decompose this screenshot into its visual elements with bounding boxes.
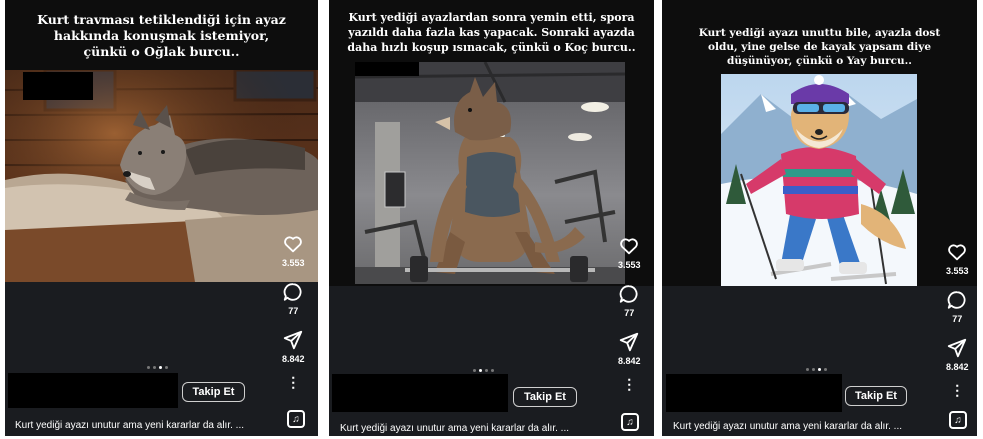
- carousel-dot: [806, 368, 809, 371]
- post-description[interactable]: Kurt yediği ayazı unutur ama yeni kararl…: [15, 420, 244, 431]
- more-vertical-icon[interactable]: ⋮: [950, 383, 964, 397]
- wolf-ski-image: [721, 74, 917, 286]
- action-column: 3.553 77 8.842 ⋮: [618, 235, 641, 391]
- carousel-dot: [824, 368, 827, 371]
- follow-button[interactable]: Takip Et: [845, 386, 907, 406]
- share-button[interactable]: 8.842: [282, 329, 305, 364]
- caption-line: hakkında konuşmak istemiyor,: [53, 28, 270, 43]
- post-caption: Kurt yediği ayazı unuttu bile, ayazla do…: [662, 26, 977, 68]
- comment-button[interactable]: 77: [282, 281, 304, 316]
- reel-panel-3: Kurt yediği ayazı unuttu bile, ayazla do…: [662, 0, 977, 436]
- more-vertical-icon[interactable]: ⋮: [622, 377, 636, 391]
- action-column: 3.553 77 8.842 ⋮: [282, 233, 305, 389]
- caption-line: düşünüyor, çünkü o Yay burcu..: [727, 55, 912, 67]
- post-caption: Kurt travması tetiklendiği için ayaz hak…: [5, 12, 318, 60]
- post-description[interactable]: Kurt yediği ayazı unutur ama yeni kararl…: [340, 423, 569, 434]
- comment-icon: [619, 285, 638, 303]
- comment-icon: [283, 283, 302, 301]
- like-count: 3.553: [618, 260, 641, 270]
- wolf-bed-image: [5, 70, 318, 282]
- carousel-dot-active: [479, 369, 482, 372]
- more-vertical-icon[interactable]: ⋮: [286, 375, 300, 389]
- bottom-area: [329, 286, 654, 436]
- like-count: 3.553: [282, 258, 305, 268]
- caption-line: oldu, yine gelse de kayak yapsam diye: [707, 41, 932, 53]
- carousel-dots: [147, 366, 168, 369]
- follow-button[interactable]: Takip Et: [182, 382, 245, 402]
- action-column: 3.553 77 8.842 ⋮: [946, 241, 969, 397]
- post-description[interactable]: Kurt yediği ayazı unutur ama yeni kararl…: [673, 421, 902, 432]
- wolf-gym-image: [355, 62, 625, 284]
- redacted-username: [332, 374, 508, 412]
- like-count: 3.553: [946, 266, 969, 276]
- redacted-username: [8, 373, 178, 408]
- carousel-dot-active: [159, 366, 162, 369]
- redacted-overlay: [355, 62, 419, 76]
- carousel-dot: [812, 368, 815, 371]
- redacted-username: [666, 374, 842, 412]
- like-button[interactable]: 3.553: [282, 233, 305, 268]
- share-count: 8.842: [946, 362, 969, 372]
- send-icon: [948, 338, 967, 358]
- caption-line: Kurt travması tetiklendiği için ayaz: [37, 12, 286, 27]
- carousel-dots: [473, 369, 494, 372]
- like-button[interactable]: 3.553: [618, 235, 641, 270]
- reel-panel-2: Kurt yediği ayazlardan sonra yemin etti,…: [329, 0, 654, 436]
- carousel-dot: [485, 369, 488, 372]
- caption-line: Kurt yediği ayazı unuttu bile, ayazla do…: [698, 27, 941, 39]
- heart-icon: [284, 236, 303, 253]
- share-button[interactable]: 8.842: [946, 337, 969, 372]
- send-icon: [620, 332, 639, 352]
- carousel-dot: [147, 366, 150, 369]
- share-count: 8.842: [282, 354, 305, 364]
- caption-line: yazıldı daha fazla kas yapacak. Sonraki …: [348, 26, 635, 39]
- carousel-dot: [153, 366, 156, 369]
- redacted-overlay: [23, 72, 93, 100]
- carousel-dot-active: [818, 368, 821, 371]
- post-caption: Kurt yediği ayazlardan sonra yemin etti,…: [329, 10, 654, 55]
- comment-count: 77: [288, 306, 299, 316]
- like-button[interactable]: 3.553: [946, 241, 969, 276]
- share-count: 8.842: [618, 356, 641, 366]
- follow-button[interactable]: Takip Et: [513, 387, 577, 407]
- bottom-area: [662, 286, 977, 436]
- carousel-dot: [473, 369, 476, 372]
- carousel-dot: [165, 366, 168, 369]
- reel-panel-1: Kurt travması tetiklendiği için ayaz hak…: [5, 0, 318, 436]
- music-note-icon[interactable]: ♫: [287, 410, 305, 428]
- comment-button[interactable]: 77: [618, 283, 640, 318]
- carousel-dot: [491, 369, 494, 372]
- caption-line: çünkü o Oğlak burcu..: [83, 44, 240, 59]
- comment-count: 77: [624, 308, 635, 318]
- share-button[interactable]: 8.842: [618, 331, 641, 366]
- comment-button[interactable]: 77: [946, 289, 968, 324]
- comment-icon: [947, 291, 966, 309]
- bottom-area: [5, 282, 318, 436]
- comment-count: 77: [952, 314, 963, 324]
- music-note-icon[interactable]: ♫: [621, 413, 639, 431]
- heart-icon: [620, 238, 639, 255]
- send-icon: [284, 330, 303, 350]
- music-note-icon[interactable]: ♫: [949, 411, 967, 429]
- caption-line: daha hızlı koşup ısınacak, çünkü o Koç b…: [347, 41, 636, 54]
- heart-icon: [948, 244, 967, 261]
- caption-line: Kurt yediği ayazlardan sonra yemin etti,…: [348, 11, 635, 24]
- carousel-dots: [806, 368, 827, 371]
